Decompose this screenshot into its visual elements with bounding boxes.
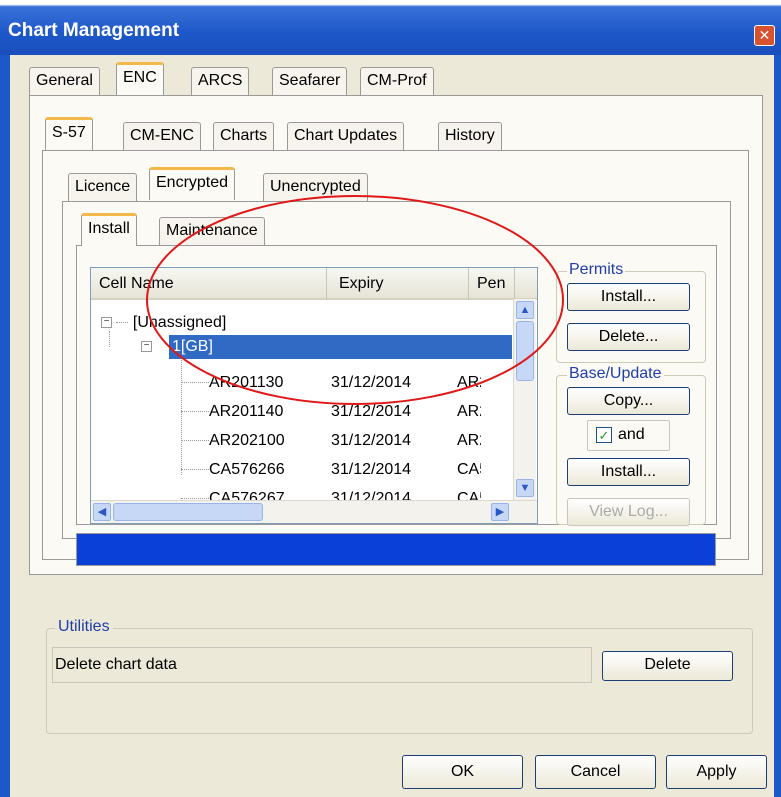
chart-management-window: Chart Management ✕ General ENC ARCS Seaf… (0, 0, 781, 797)
red-circle-annotation (146, 195, 564, 405)
annotation-ellipse (146, 195, 564, 405)
